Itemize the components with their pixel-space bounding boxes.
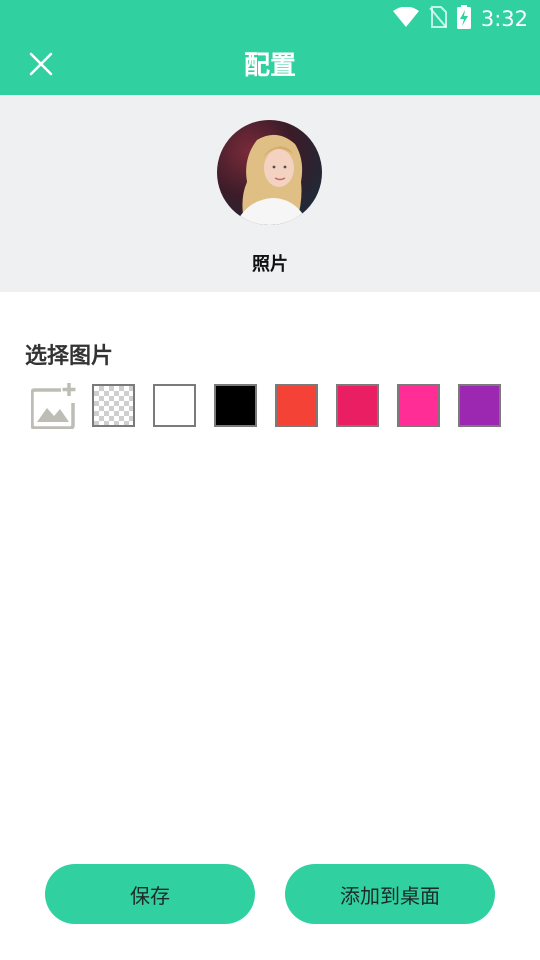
close-icon bbox=[29, 52, 53, 80]
section-title: 选择图片 bbox=[25, 344, 114, 369]
status-time: 3:32 bbox=[480, 7, 528, 31]
status-bar: 3:32 bbox=[0, 0, 540, 38]
add-to-desktop-button[interactable]: 添加到桌面 bbox=[285, 864, 495, 924]
no-sim-icon bbox=[429, 6, 447, 32]
swatch-row bbox=[30, 383, 511, 430]
preview-panel: 照片 bbox=[0, 95, 540, 292]
close-button[interactable] bbox=[18, 43, 64, 89]
swatch-pink[interactable] bbox=[397, 384, 440, 427]
swatch-transparent[interactable] bbox=[92, 384, 135, 427]
battery-charging-icon bbox=[456, 5, 471, 33]
status-icons: 3:32 bbox=[392, 5, 528, 33]
swatch-crimson[interactable] bbox=[336, 384, 379, 427]
swatch-black[interactable] bbox=[214, 384, 257, 427]
wifi-icon bbox=[392, 6, 419, 31]
add-image-button[interactable] bbox=[30, 383, 77, 430]
page-title: 配置 bbox=[243, 51, 296, 81]
swatch-white[interactable] bbox=[153, 384, 196, 427]
save-button[interactable]: 保存 bbox=[45, 864, 255, 924]
add-image-icon bbox=[30, 383, 77, 433]
avatar[interactable] bbox=[217, 120, 322, 225]
preview-label: 照片 bbox=[252, 254, 288, 275]
app-bar: 配置 bbox=[0, 38, 540, 95]
swatch-red[interactable] bbox=[275, 384, 318, 427]
swatch-purple[interactable] bbox=[458, 384, 501, 427]
